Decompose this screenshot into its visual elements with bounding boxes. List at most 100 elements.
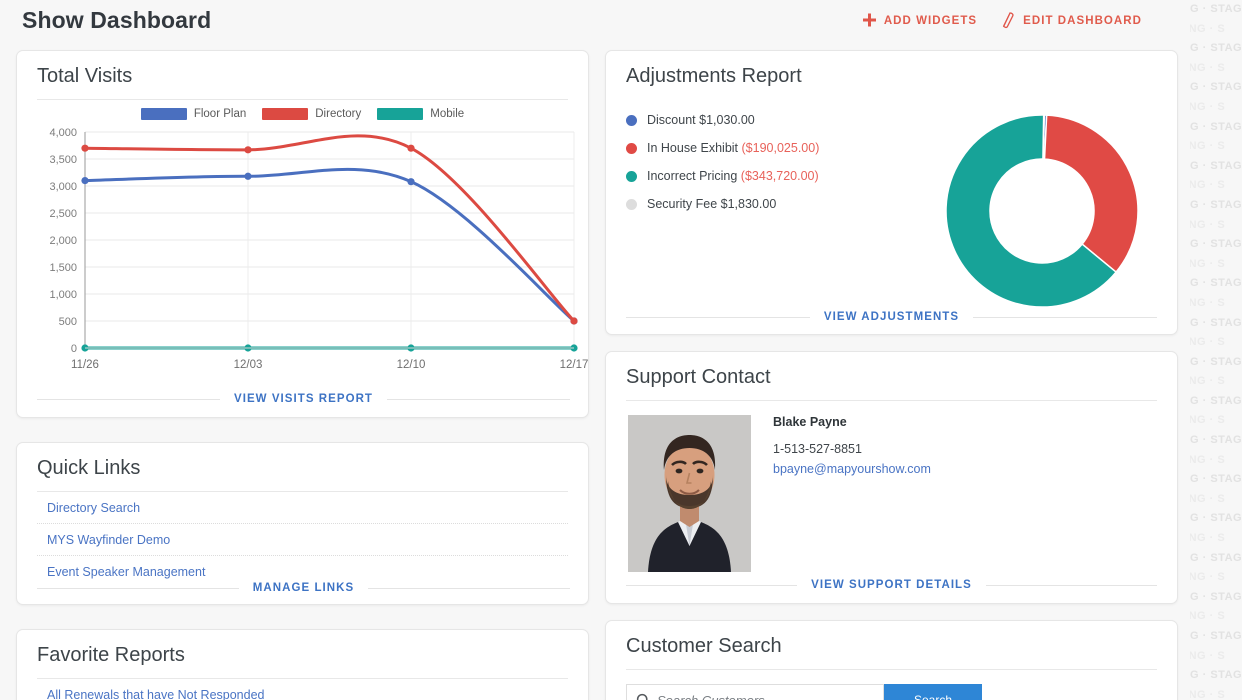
customer-search-row: Search xyxy=(606,670,1177,700)
search-button[interactable]: Search xyxy=(884,684,982,700)
staging-watermark-row: G · STAG xyxy=(1190,118,1242,138)
divider xyxy=(387,399,570,400)
favorite-reports-widget: Favorite Reports All Renewals that have … xyxy=(16,629,589,700)
legend-dot-incorrect-pricing xyxy=(626,171,637,182)
favorite-reports-list: All Renewals that have Not Responded xyxy=(17,679,588,700)
staging-watermark-row: GING · S xyxy=(1190,686,1242,700)
y-axis-tick-label: 1,500 xyxy=(49,262,77,274)
staging-watermark-row: GING · S xyxy=(1190,137,1242,157)
legend-item-security-fee: Security Fee $1,830.00 xyxy=(626,197,926,211)
staging-watermark-row: GING · S xyxy=(1190,411,1242,431)
staging-watermark-row: GING · S xyxy=(1190,255,1242,275)
staging-watermark-row: GING · S xyxy=(1190,98,1242,118)
staging-watermark-row: G · STAG xyxy=(1190,627,1242,647)
support-contact-email[interactable]: bpayne@mapyourshow.com xyxy=(773,462,931,476)
y-axis-tick-label: 3,500 xyxy=(49,154,77,166)
legend-swatch-floor-plan xyxy=(141,108,187,120)
data-point xyxy=(244,146,251,153)
legend-swatch-mobile xyxy=(377,108,423,120)
page-header: Show Dashboard ADD WIDGETS EDIT DASHBOA xyxy=(0,0,1190,44)
dashboard-page: Show Dashboard ADD WIDGETS EDIT DASHBOA xyxy=(0,0,1242,700)
staging-watermark-row: GING · S xyxy=(1190,529,1242,549)
adjustments-donut-chart xyxy=(926,111,1157,311)
divider xyxy=(626,317,810,318)
staging-watermark-row: GING · S xyxy=(1190,216,1242,236)
staging-watermark-row: G · STAG xyxy=(1190,314,1242,334)
data-point xyxy=(244,173,251,180)
divider xyxy=(973,317,1157,318)
staging-watermark-row: GING · S xyxy=(1190,20,1242,40)
staging-watermark-row: G · STAG xyxy=(1190,0,1242,20)
legend-swatch-directory xyxy=(262,108,308,120)
divider xyxy=(626,585,797,586)
plus-icon xyxy=(862,13,877,28)
manage-links-link[interactable]: MANAGE LINKS xyxy=(253,582,354,594)
pencil-icon xyxy=(999,12,1016,29)
data-point xyxy=(81,177,88,184)
view-visits-report-link[interactable]: VIEW VISITS REPORT xyxy=(234,393,373,405)
view-adjustments-link[interactable]: VIEW ADJUSTMENTS xyxy=(824,311,959,323)
visits-footer: VIEW VISITS REPORT xyxy=(17,393,590,405)
line-series-directory xyxy=(85,136,574,321)
staging-watermark-row: GING · S xyxy=(1190,59,1242,79)
y-axis-tick-label: 1,000 xyxy=(49,289,77,301)
list-item[interactable]: Directory Search xyxy=(37,492,568,524)
support-contact-widget: Support Contact xyxy=(605,351,1178,604)
staging-watermark-row: GING · S xyxy=(1190,647,1242,667)
edit-dashboard-label: EDIT DASHBOARD xyxy=(1023,15,1142,27)
staging-watermark-row: G · STAG xyxy=(1190,157,1242,177)
add-widgets-button[interactable]: ADD WIDGETS xyxy=(862,13,977,28)
staging-watermark-row: G · STAG xyxy=(1190,196,1242,216)
legend-item-floor-plan: Floor Plan xyxy=(141,108,246,120)
legend-label-floor-plan: Floor Plan xyxy=(194,108,246,120)
staging-watermark-row: G · STAG xyxy=(1190,39,1242,59)
customer-search-widget: Customer Search Search xyxy=(605,620,1178,700)
visits-chart-legend: Floor Plan Directory Mobile xyxy=(17,100,588,120)
legend-item-discount: Discount $1,030.00 xyxy=(626,113,926,127)
adjustments-footer: VIEW ADJUSTMENTS xyxy=(606,311,1177,323)
staging-watermark-row: G · STAG xyxy=(1190,431,1242,451)
legend-dot-security-fee xyxy=(626,199,637,210)
staging-watermark-row: GING · S xyxy=(1190,607,1242,627)
x-axis-tick-label: 12/17 xyxy=(560,359,589,371)
donut-slice-in-house-exhibit xyxy=(1044,115,1137,272)
page-title: Show Dashboard xyxy=(22,7,211,34)
support-footer: VIEW SUPPORT DETAILS xyxy=(606,579,1177,591)
data-point xyxy=(81,145,88,152)
quick-links-footer: MANAGE LINKS xyxy=(17,582,590,594)
legend-item-directory: Directory xyxy=(262,108,361,120)
legend-dot-discount xyxy=(626,115,637,126)
adjustments-body: Discount $1,030.00 In House Exhibit ($19… xyxy=(606,99,1177,311)
legend-item-in-house-exhibit: In House Exhibit ($190,025.00) xyxy=(626,141,926,155)
list-item[interactable]: MYS Wayfinder Demo xyxy=(37,524,568,556)
legend-label-in-house-exhibit: In House Exhibit ($190,025.00) xyxy=(647,141,819,155)
legend-dot-in-house-exhibit xyxy=(626,143,637,154)
avatar xyxy=(628,415,751,572)
edit-dashboard-button[interactable]: EDIT DASHBOARD xyxy=(999,12,1142,29)
staging-watermark-row: GING · S xyxy=(1190,568,1242,588)
search-icon xyxy=(636,693,651,700)
view-support-details-link[interactable]: VIEW SUPPORT DETAILS xyxy=(811,579,972,591)
divider xyxy=(37,588,239,589)
list-item[interactable]: All Renewals that have Not Responded xyxy=(37,679,568,700)
staging-watermark-row: G · STAG xyxy=(1190,274,1242,294)
total-visits-widget: Total Visits Floor Plan Directory Mobile… xyxy=(16,50,589,418)
legend-label-discount: Discount $1,030.00 xyxy=(647,113,755,127)
y-axis-tick-label: 3,000 xyxy=(49,181,77,193)
data-point xyxy=(570,317,577,324)
staging-watermark-row: GING · S xyxy=(1190,176,1242,196)
staging-watermark-row: GING · S xyxy=(1190,372,1242,392)
support-contact-title: Support Contact xyxy=(606,352,1177,400)
search-input[interactable] xyxy=(627,685,883,700)
legend-label-security-fee: Security Fee $1,830.00 xyxy=(647,197,776,211)
quick-links-widget: Quick Links Directory Search MYS Wayfind… xyxy=(16,442,589,605)
staging-watermark: G · STAGGING · SG · STAGGING · SG · STAG… xyxy=(1190,0,1242,700)
support-contact-name: Blake Payne xyxy=(773,415,931,429)
quick-links-list: Directory Search MYS Wayfinder Demo Even… xyxy=(17,492,588,587)
legend-item-incorrect-pricing: Incorrect Pricing ($343,720.00) xyxy=(626,169,926,183)
header-actions: ADD WIDGETS EDIT DASHBOARD xyxy=(862,12,1142,29)
x-axis-tick-label: 12/03 xyxy=(234,359,263,371)
staging-watermark-row: G · STAG xyxy=(1190,235,1242,255)
staging-watermark-row: G · STAG xyxy=(1190,588,1242,608)
staging-watermark-row: G · STAG xyxy=(1190,353,1242,373)
